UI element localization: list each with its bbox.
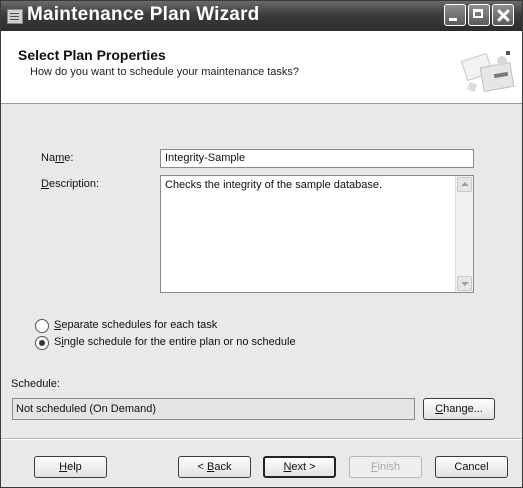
title-bar[interactable]: Maintenance Plan Wizard xyxy=(1,1,522,31)
description-scrollbar[interactable] xyxy=(455,176,473,292)
minimize-button[interactable] xyxy=(444,4,466,26)
change-button[interactable]: Change... xyxy=(423,398,495,420)
finish-button: Finish xyxy=(349,456,422,478)
description-label: Description: xyxy=(41,178,100,190)
radio-circle-icon[interactable] xyxy=(35,319,49,333)
name-field[interactable]: Integrity-Sample xyxy=(160,149,474,168)
window-title: Maintenance Plan Wizard xyxy=(27,4,260,25)
schedule-field: Not scheduled (On Demand) xyxy=(12,398,415,420)
radio-single-label: Single schedule for the entire plan or n… xyxy=(54,336,296,348)
radio-selected-icon[interactable] xyxy=(35,336,49,350)
schedule-label: Schedule: xyxy=(11,378,60,390)
scroll-down-icon[interactable] xyxy=(457,276,472,291)
description-text: Checks the integrity of the sample datab… xyxy=(165,179,383,191)
name-label: Name: xyxy=(41,152,74,164)
app-icon xyxy=(7,9,23,24)
next-button[interactable]: Next > xyxy=(263,456,336,478)
description-field[interactable]: Checks the integrity of the sample datab… xyxy=(160,175,474,293)
maximize-button[interactable] xyxy=(468,4,490,26)
wizard-header: Select Plan Properties How do you want t… xyxy=(1,31,522,104)
radio-separate-label: Separate schedules for each task xyxy=(54,319,218,331)
wizard-graphic-icon xyxy=(460,51,515,93)
footer-divider xyxy=(1,438,522,439)
scroll-up-icon[interactable] xyxy=(457,177,472,192)
page-title: Select Plan Properties xyxy=(18,47,166,63)
help-button[interactable]: Help xyxy=(34,456,107,478)
close-button[interactable] xyxy=(492,4,514,26)
wizard-window: Maintenance Plan Wizard Select Plan Prop… xyxy=(0,0,523,488)
cancel-button[interactable]: Cancel xyxy=(435,456,508,478)
page-subtitle: How do you want to schedule your mainten… xyxy=(30,66,300,78)
back-button[interactable]: < Back xyxy=(178,456,251,478)
